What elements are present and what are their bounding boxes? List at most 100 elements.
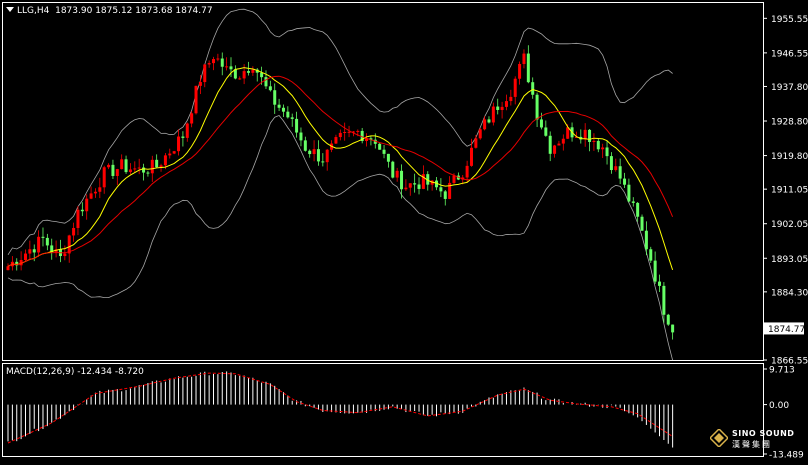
candle: [120, 154, 124, 170]
ohlc-low: 1873.68: [135, 6, 173, 16]
candle: [41, 227, 45, 247]
dropdown-triangle-icon[interactable]: [6, 7, 14, 12]
candle: [115, 168, 119, 186]
main-panel-frame: [2, 2, 764, 361]
candle: [365, 133, 369, 147]
candle: [277, 98, 281, 111]
candle: [627, 178, 631, 203]
candle: [19, 251, 23, 271]
candle: [321, 153, 325, 167]
candle: [474, 134, 478, 149]
candle: [268, 80, 272, 92]
price-tick-label: 1893.05: [771, 255, 808, 265]
candle: [177, 129, 181, 156]
candle: [238, 76, 242, 80]
candle: [548, 131, 552, 162]
candle: [312, 140, 316, 162]
chart-window[interactable]: 1955.55 1946.55 1937.80 1928.80 1919.80 1911.…: [0, 0, 808, 461]
candle: [609, 152, 613, 174]
candle: [614, 158, 618, 172]
candle: [133, 161, 137, 173]
price-axis: 1955.55 1946.55 1937.80 1928.80 1919.80 1911.…: [763, 15, 808, 461]
candle: [50, 238, 54, 260]
candle: [382, 145, 386, 159]
candle: [408, 183, 412, 196]
candle: [649, 246, 653, 263]
candle: [128, 163, 132, 175]
candle: [212, 56, 216, 71]
candle: [286, 106, 290, 119]
candle: [290, 113, 294, 127]
candle: [658, 274, 662, 292]
candle: [360, 127, 364, 144]
price-tick-label: 1928.80: [771, 118, 808, 128]
candle: [526, 45, 530, 84]
candle: [281, 104, 285, 118]
candles: [6, 45, 675, 340]
candle: [653, 251, 657, 284]
candle: [631, 197, 635, 207]
candle: [54, 240, 58, 258]
ohlc-open: 1873.90: [55, 6, 93, 16]
candle: [601, 143, 605, 158]
candle: [417, 177, 421, 195]
candle: [338, 129, 342, 141]
moving-averages: [7, 67, 674, 271]
candle: [146, 170, 150, 177]
candle: [172, 150, 176, 155]
candle: [67, 234, 71, 263]
candle: [102, 165, 106, 194]
candle: [443, 189, 447, 206]
candle: [561, 134, 565, 151]
macd-tick-label: 0.00: [769, 401, 789, 411]
candle: [535, 92, 539, 127]
candle: [216, 53, 220, 62]
candle: [413, 173, 417, 193]
logo-brand-text: SINO SOUND: [732, 429, 795, 438]
candle: [640, 214, 644, 231]
candle: [671, 324, 675, 340]
macd-signal-value: -8.720: [114, 367, 144, 377]
candle: [531, 77, 535, 99]
candle: [666, 313, 670, 326]
candle: [500, 101, 504, 119]
candle: [207, 60, 211, 68]
candle: [111, 159, 115, 180]
candle: [491, 102, 495, 126]
candle: [98, 177, 102, 199]
macd-value: -12.434: [77, 367, 112, 377]
candle: [386, 153, 390, 168]
candle: [303, 136, 307, 152]
candle: [325, 148, 329, 171]
candle: [308, 149, 312, 158]
candle: [80, 202, 84, 217]
candle: [334, 134, 338, 145]
candle: [85, 194, 89, 220]
candle: [190, 111, 194, 128]
candle: [185, 122, 189, 142]
candle: [124, 155, 128, 174]
price-tick-label: 1911.05: [771, 186, 808, 196]
candle: [518, 61, 522, 85]
candle: [37, 230, 41, 257]
candle: [76, 205, 80, 236]
candle: [107, 163, 111, 170]
price-tick-label: 1946.55: [771, 49, 808, 59]
candle: [623, 172, 627, 189]
candle: [142, 163, 146, 181]
candle: [636, 202, 640, 222]
price-chart[interactable]: 1955.55 1946.55 1937.80 1928.80 1919.80 1911.…: [0, 0, 808, 461]
chart-header: LLG,H4 1873.90 1875.12 1873.68 1874.77: [6, 6, 213, 17]
candle: [343, 122, 347, 141]
candle: [544, 120, 548, 137]
bollinger-bands: [7, 8, 673, 361]
logo-cjk-text: 漢聲集團: [732, 440, 772, 449]
price-tick-label: 1902.05: [771, 220, 808, 230]
price-tick-label: 1955.55: [771, 15, 808, 25]
candle: [439, 178, 443, 198]
candle: [513, 76, 517, 105]
candle: [181, 131, 185, 147]
candle: [6, 263, 10, 271]
candle: [93, 188, 97, 198]
candle: [58, 239, 62, 263]
